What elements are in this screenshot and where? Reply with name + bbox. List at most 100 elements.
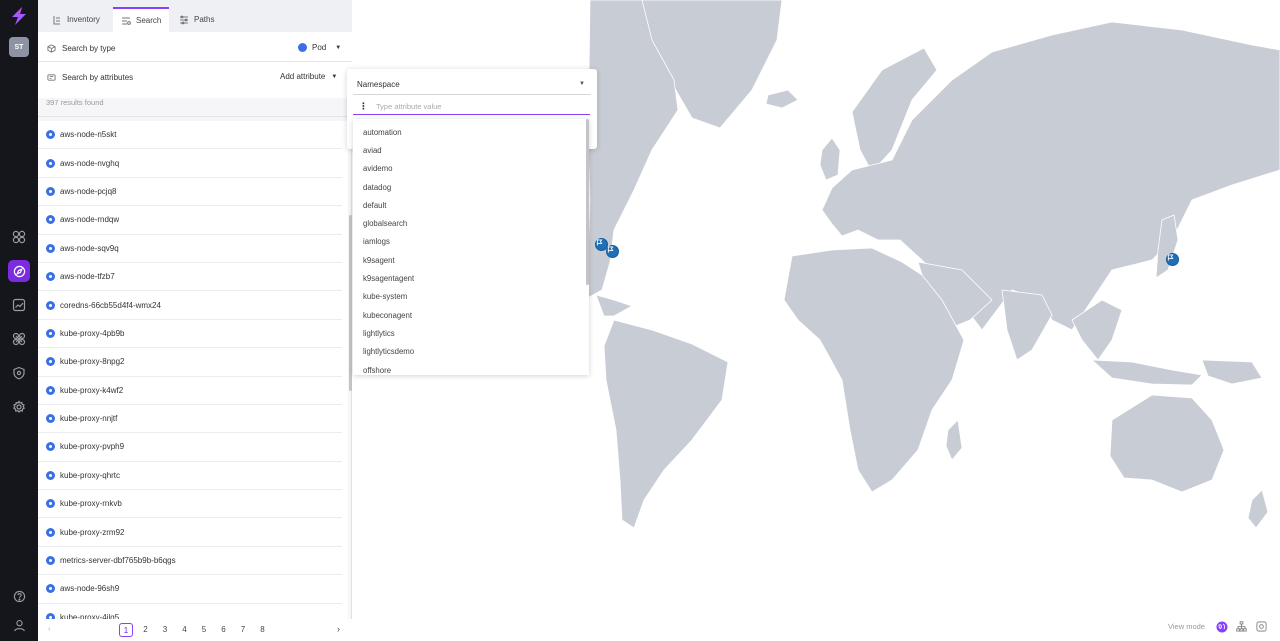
page-button[interactable]: 2 bbox=[139, 623, 153, 637]
tab-paths[interactable]: Paths bbox=[171, 7, 222, 32]
topology-icon[interactable] bbox=[1235, 620, 1248, 633]
divider bbox=[38, 116, 352, 117]
list-item-label: kube-proxy-zrm92 bbox=[60, 527, 125, 537]
dropdown-option[interactable]: iamlogs bbox=[353, 233, 589, 251]
help-icon[interactable] bbox=[8, 585, 30, 607]
page-button[interactable]: 4 bbox=[178, 623, 192, 637]
location-marker-icon[interactable] bbox=[606, 245, 619, 258]
list-item[interactable]: kube-proxy-qhrtc bbox=[38, 462, 342, 491]
user-icon[interactable] bbox=[8, 614, 30, 636]
options-list: automation aviad avidemo datadog default glob… bbox=[353, 119, 589, 375]
dropdown-option[interactable]: globalsearch bbox=[353, 214, 589, 232]
list-item[interactable]: kube-proxy-nnjtf bbox=[38, 405, 342, 434]
globe-icon[interactable] bbox=[1215, 620, 1228, 633]
chevron-down-icon: ▼ bbox=[331, 73, 338, 80]
search-by-attributes-label: Search by attributes bbox=[62, 72, 134, 82]
avatar[interactable]: ST bbox=[9, 37, 29, 57]
attribute-select[interactable]: Namespace ▼ bbox=[357, 80, 587, 89]
list-item-label: aws-node-pcjq8 bbox=[60, 186, 117, 196]
page-button[interactable]: 5 bbox=[197, 623, 211, 637]
list-item-label: kube-proxy-4pb9b bbox=[60, 328, 125, 338]
pod-icon bbox=[46, 470, 55, 480]
list-item-label: aws-node-sqv9q bbox=[60, 243, 119, 253]
pod-icon bbox=[46, 158, 55, 168]
dropdown-option[interactable]: offshore bbox=[353, 361, 589, 375]
dropdown-option[interactable]: automation bbox=[353, 123, 589, 141]
list-item[interactable]: kube-proxy-4pb9b bbox=[38, 320, 342, 349]
list-item-label: aws-node-rndqw bbox=[60, 215, 120, 225]
settings-icon[interactable] bbox=[8, 396, 30, 418]
list-item-label: kube-proxy-k4wf2 bbox=[60, 385, 124, 395]
attribute-value-input[interactable] bbox=[376, 101, 576, 111]
pod-icon bbox=[46, 556, 55, 566]
list-item[interactable]: aws-node-96sh9 bbox=[38, 575, 342, 604]
dropdown-option[interactable]: datadog bbox=[353, 178, 589, 196]
pod-icon bbox=[46, 357, 55, 367]
view-mode-switch: View mode bbox=[1166, 617, 1276, 636]
kebab-icon[interactable]: ⋮ bbox=[359, 101, 368, 111]
page-button[interactable]: 3 bbox=[158, 623, 172, 637]
explore-icon[interactable] bbox=[8, 260, 30, 282]
list-item[interactable]: kube-proxy-4jlg5 bbox=[38, 604, 342, 619]
search-by-type-label: Search by type bbox=[62, 43, 116, 53]
pod-icon bbox=[46, 328, 55, 338]
dropdown-option[interactable]: kubeconagent bbox=[353, 306, 589, 324]
pod-icon bbox=[46, 300, 55, 310]
search-by-type-row: Search by type Pod ▼ bbox=[38, 40, 352, 56]
inventory-icon bbox=[53, 15, 60, 24]
page-button[interactable]: 8 bbox=[256, 623, 270, 637]
dashboard-icon[interactable] bbox=[8, 226, 30, 248]
dropdown-option[interactable]: lightlyticsdemo bbox=[353, 343, 589, 361]
pod-icon bbox=[298, 43, 307, 52]
divider bbox=[353, 94, 591, 95]
list-item[interactable]: kube-proxy-rnkvb bbox=[38, 490, 342, 519]
next-page-icon[interactable]: › bbox=[337, 624, 340, 634]
dropdown-option[interactable]: kube-system bbox=[353, 288, 589, 306]
dropdown-option[interactable]: default bbox=[353, 196, 589, 214]
app-logo-icon[interactable] bbox=[9, 6, 29, 26]
page-button[interactable]: 7 bbox=[236, 623, 250, 637]
pod-icon bbox=[46, 215, 55, 225]
list-item[interactable]: aws-node-n5skt bbox=[38, 121, 342, 150]
tab-search[interactable]: Search bbox=[113, 7, 170, 32]
security-icon[interactable] bbox=[8, 362, 30, 384]
add-attribute-button[interactable]: Add attribute ▼ bbox=[280, 72, 337, 81]
list-item[interactable]: aws-node-tfzb7 bbox=[38, 263, 342, 292]
list-item-label: kube-proxy-8npg2 bbox=[60, 357, 125, 367]
type-select[interactable]: Pod ▼ bbox=[298, 43, 341, 52]
dropdown-scrollbar[interactable] bbox=[586, 119, 589, 285]
list-item[interactable]: aws-node-pcjq8 bbox=[38, 178, 342, 207]
chevron-down-icon: ▼ bbox=[335, 44, 342, 51]
dropdown-option[interactable]: avidemo bbox=[353, 160, 589, 178]
search-by-attributes-row: Search by attributes Add attribute ▼ bbox=[38, 69, 352, 85]
tab-inventory[interactable]: Inventory bbox=[44, 7, 108, 32]
page-button[interactable]: 1 bbox=[119, 623, 133, 637]
list-item[interactable]: metrics-server-dbf765b9b-b6qgs bbox=[38, 547, 342, 576]
paths-icon bbox=[180, 15, 188, 24]
attributes-icon bbox=[47, 73, 56, 81]
analytics-icon[interactable] bbox=[8, 294, 30, 316]
list-item[interactable]: kube-proxy-k4wf2 bbox=[38, 377, 342, 405]
page-button[interactable]: 6 bbox=[217, 623, 231, 637]
pod-icon bbox=[46, 414, 55, 424]
list-item-label: kube-proxy-pvph9 bbox=[60, 442, 125, 452]
dropdown-option[interactable]: k9sagent bbox=[353, 251, 589, 269]
location-marker-icon[interactable] bbox=[1166, 253, 1179, 266]
pod-icon bbox=[46, 385, 55, 395]
list-item[interactable]: kube-proxy-zrm92 bbox=[38, 518, 342, 547]
add-attribute-label: Add attribute bbox=[280, 72, 326, 81]
attribute-options-dropdown: automation aviad avidemo datadog default glob… bbox=[353, 119, 589, 375]
integrations-icon[interactable] bbox=[8, 328, 30, 350]
layout-icon[interactable] bbox=[1255, 620, 1268, 633]
list-item[interactable]: aws-node-nvghq bbox=[38, 149, 342, 178]
list-item[interactable]: kube-proxy-pvph9 bbox=[38, 433, 342, 462]
list-item[interactable]: kube-proxy-8npg2 bbox=[38, 348, 342, 377]
list-item[interactable]: coredns-66cb55d4f4-wmx24 bbox=[38, 291, 342, 320]
dropdown-option[interactable]: k9sagentagent bbox=[353, 269, 589, 287]
list-item[interactable]: aws-node-sqv9q bbox=[38, 235, 342, 263]
dropdown-option[interactable]: lightlytics bbox=[353, 324, 589, 342]
list-item-label: coredns-66cb55d4f4-wmx24 bbox=[60, 300, 161, 310]
prev-page-icon[interactable]: ‹ bbox=[48, 624, 51, 633]
dropdown-option[interactable]: aviad bbox=[353, 141, 589, 159]
list-item[interactable]: aws-node-rndqw bbox=[38, 206, 342, 235]
